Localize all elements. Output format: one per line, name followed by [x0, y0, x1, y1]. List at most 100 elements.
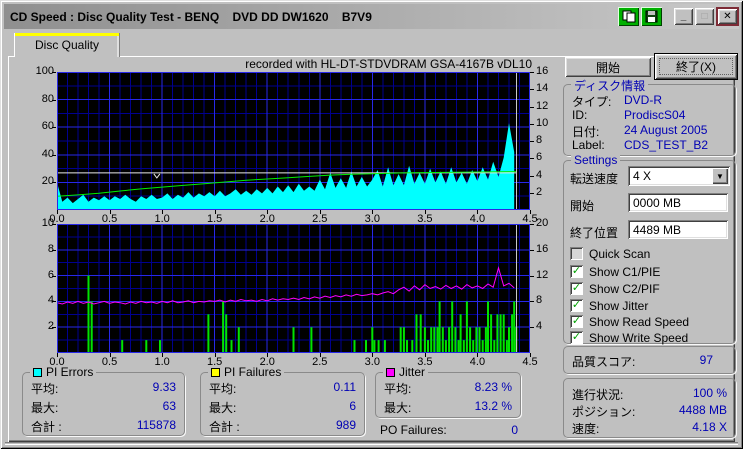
jitter-stats-box: Jitter 平均: 8.23 % 最大: 13.2 %	[375, 365, 521, 418]
save-icon[interactable]	[641, 7, 662, 26]
checkbox-quick-scan[interactable]: Quick Scan	[570, 246, 650, 261]
row-value: CDS_TEST_B2	[624, 138, 709, 152]
quality-score-value: 97	[699, 353, 713, 367]
row-label: 最大:	[209, 401, 237, 415]
checkbox-checked-icon[interactable]: ✓	[570, 331, 583, 344]
axis-tick-mark	[530, 123, 534, 125]
axis-tick-mark	[52, 127, 56, 129]
row-value: 115878	[136, 418, 176, 432]
axis-tick-mark	[52, 99, 56, 101]
row-value: 24 August 2005	[624, 123, 708, 137]
checkbox-label: Show Read Speed	[589, 314, 690, 329]
pi-errors-swatch	[33, 368, 42, 377]
checkbox-checked-icon[interactable]: ✓	[570, 315, 583, 328]
maximize-button[interactable]: □	[695, 8, 714, 25]
end-pos-label: 終了位置	[570, 226, 619, 240]
axis-tick-label: 20	[536, 217, 549, 229]
speed-combobox[interactable]: 4 X ▼	[628, 166, 730, 186]
axis-tick-label: 3.5	[417, 213, 433, 225]
disc-info-title: ディスク情報	[571, 77, 649, 94]
close-button[interactable]: ✕	[716, 7, 739, 26]
checkbox-checked-icon[interactable]: ✓	[570, 265, 583, 278]
axis-tick-mark	[530, 301, 534, 303]
row-label: Label:	[572, 138, 605, 152]
pi-errors-stats-title: PI Errors	[30, 365, 97, 379]
app-window: CD Speed : Disc Quality Test - BENQ DVD …	[0, 0, 743, 449]
axis-tick-mark	[477, 210, 479, 214]
checkbox-show-jitter[interactable]: ✓ Show Jitter	[570, 298, 648, 313]
row-value: 13.2 %	[474, 399, 512, 413]
axis-tick-mark	[424, 210, 426, 214]
row-label: 最大:	[384, 401, 412, 415]
row-value: 9.33	[152, 380, 176, 394]
row-label: 日付:	[572, 125, 600, 139]
checkbox-label: Quick Scan	[589, 246, 651, 261]
row-label: 合計 :	[31, 420, 62, 434]
start-button[interactable]: 開始	[565, 57, 651, 77]
checkbox-show-write-speed[interactable]: ✓ Show Write Speed	[570, 330, 688, 345]
checkbox-unchecked[interactable]	[570, 247, 583, 260]
axis-tick-label: 1.0	[154, 213, 170, 225]
end-pos-value: 4489 MB	[633, 223, 682, 237]
axis-tick-mark	[52, 224, 56, 225]
axis-tick-mark	[319, 210, 321, 214]
stat-row: 合計 : 989	[209, 418, 356, 434]
pi-failures-swatch	[211, 368, 220, 377]
axis-tick-mark	[52, 249, 56, 251]
axis-tick-mark	[530, 249, 534, 251]
stat-row: 合計 : 115878	[31, 418, 176, 434]
axis-tick-label: 4	[536, 320, 543, 333]
axis-tick-mark	[530, 106, 534, 108]
stat-row: 最大: 63	[31, 399, 176, 415]
title-bar: CD Speed : Disc Quality Test - BENQ DVD …	[4, 4, 739, 29]
axis-tick-mark	[530, 353, 531, 357]
row-value: 63	[162, 399, 176, 413]
row-label: ポジション:	[572, 405, 636, 419]
disc-info-row: 日付: 24 August 2005	[572, 123, 727, 139]
disc-info-row: ID: ProdiscS04	[572, 108, 727, 123]
axis-tick-label: 100	[35, 65, 54, 77]
end-pos-input[interactable]: 4489 MB	[628, 220, 728, 239]
exit-button[interactable]: 終了(X)	[654, 53, 738, 80]
copy-icon[interactable]	[618, 7, 639, 26]
tab-disc-quality[interactable]: Disc Quality	[14, 33, 120, 57]
quality-score-group: 品質スコア: 97	[563, 346, 736, 374]
checkbox-checked-icon[interactable]: ✓	[570, 282, 583, 295]
axis-tick-mark	[530, 175, 534, 177]
axis-tick-mark	[109, 353, 111, 357]
axis-tick-label: 8	[536, 294, 543, 307]
axis-tick-label: 14	[536, 82, 549, 95]
speed-label: 転送速度	[570, 172, 619, 186]
row-value: 6	[349, 399, 356, 413]
row-label: ID:	[572, 108, 588, 122]
axis-tick-label: 8	[536, 134, 543, 146]
checkbox-show-read-speed[interactable]: ✓ Show Read Speed	[570, 314, 689, 329]
stat-row: 平均: 9.33	[31, 380, 176, 396]
stat-row: 平均: 0.11	[209, 380, 356, 396]
checkbox-label: Show C2/PIF	[589, 281, 660, 296]
jitter-stats-title: Jitter	[383, 365, 429, 379]
checkbox-show-c2-pif[interactable]: ✓ Show C2/PIF	[570, 281, 660, 296]
axis-tick-mark	[162, 353, 164, 357]
axis-tick-mark	[52, 301, 56, 303]
start-pos-label: 開始	[570, 199, 595, 213]
stat-row: 最大: 13.2 %	[384, 399, 512, 415]
tab-label: Disc Quality	[34, 38, 99, 52]
axis-tick-label: 10	[536, 116, 549, 129]
speed-combobox-value: 4 X	[633, 169, 652, 183]
minimize-button[interactable]: _	[674, 8, 693, 25]
checkbox-label: Show Jitter	[589, 298, 649, 313]
axis-tick-mark	[109, 210, 111, 214]
chevron-down-icon[interactable]: ▼	[712, 168, 728, 184]
axis-tick-label: 3.0	[364, 213, 380, 225]
progress-group: 進行状況: 100 % ポジション: 4488 MB 速度: 4.18 X	[563, 378, 736, 438]
row-label: 進行状況:	[572, 388, 624, 402]
axis-tick-label: 4.5	[522, 356, 538, 368]
save-icon-glyph	[645, 10, 658, 23]
checkbox-show-c1-pie[interactable]: ✓ Show C1/PIE	[570, 264, 660, 279]
checkbox-checked-icon[interactable]: ✓	[570, 299, 583, 312]
start-pos-input[interactable]: 0000 MB	[628, 193, 728, 212]
bottom-groove	[5, 442, 738, 445]
disc-info-row: タイプ: DVD-R	[572, 93, 727, 109]
axis-tick-mark	[530, 72, 534, 73]
